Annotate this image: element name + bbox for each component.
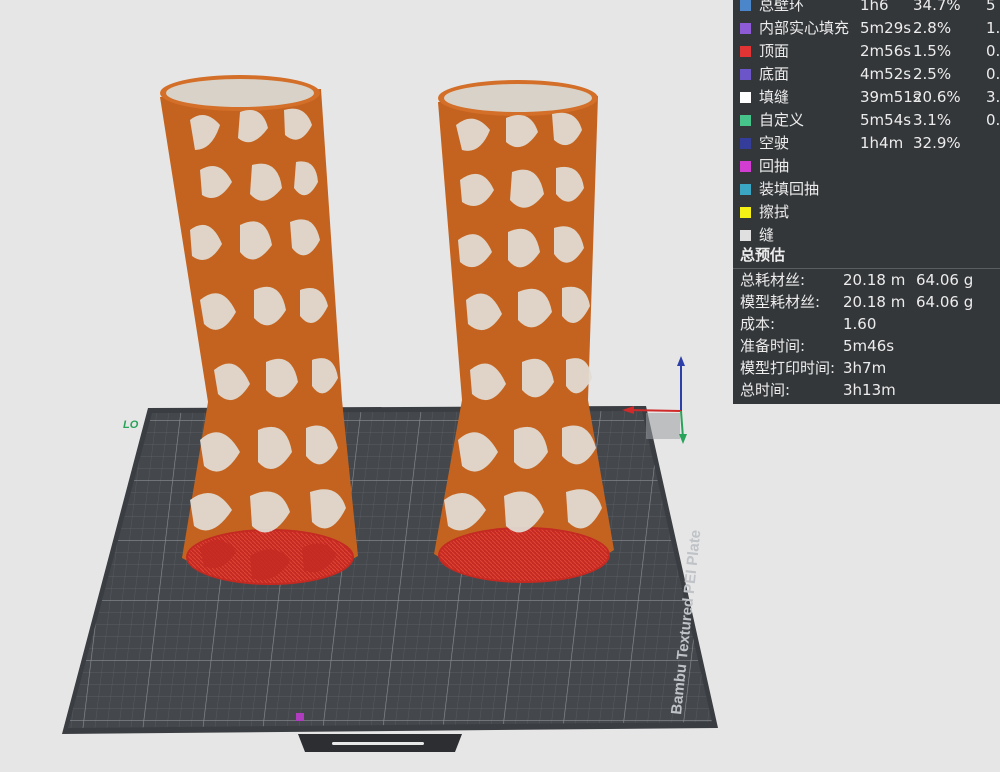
bed-corner-label: LO [123, 419, 139, 431]
summary-value-2: 64.06 g [916, 271, 974, 289]
legend-time: 5m29s [860, 19, 912, 37]
legend-percent: 2.5% [913, 65, 952, 83]
legend-swatch [740, 115, 751, 126]
summary-key: 模型打印时间: [740, 359, 836, 377]
legend-label: 顶面 [759, 42, 790, 60]
legend-percent: 2.8% [913, 19, 952, 37]
slice-stats-panel: 总壁环 1h6 34.7% 5 内部实心填充 5m29s 2.8% 1. 顶面 2m56s 1.5%… [733, 0, 1000, 404]
legend-weight: 5 [986, 0, 996, 14]
legend-percent: 32.9% [913, 134, 961, 152]
legend-label: 内部实心填充 [759, 19, 850, 37]
legend-swatch [740, 92, 751, 103]
legend-label: 装填回抽 [759, 180, 820, 198]
summary-value: 5m46s [843, 337, 895, 355]
summary-key: 成本: [740, 315, 776, 333]
summary-key: 准备时间: [740, 337, 806, 355]
legend-weight: 0. [986, 42, 1000, 60]
summary-key: 模型耗材丝: [740, 293, 821, 311]
legend-percent: 34.7% [913, 0, 961, 14]
summary-value: 3h7m [843, 359, 887, 377]
legend-label: 擦拭 [759, 203, 790, 221]
legend-label: 底面 [759, 65, 790, 83]
vase-model-right [434, 80, 614, 583]
legend-swatch [740, 230, 751, 241]
legend-weight: 1. [986, 19, 1000, 37]
legend-percent: 20.6% [913, 88, 961, 106]
legend-percent: 1.5% [913, 42, 952, 60]
summary-value: 20.18 m [843, 271, 906, 289]
legend-swatch [740, 23, 751, 34]
build-plate [62, 406, 718, 752]
legend-label: 回抽 [759, 157, 790, 175]
legend-percent: 3.1% [913, 111, 952, 129]
summary-key: 总时间: [740, 381, 791, 399]
legend-weight: 3. [986, 88, 1000, 106]
summary-value: 3h13m [843, 381, 896, 399]
legend-swatch [740, 138, 751, 149]
legend-label: 填缝 [759, 88, 790, 106]
legend-time: 1h6 [860, 0, 889, 14]
legend-time: 5m54s [860, 111, 912, 129]
legend-time: 2m56s [860, 42, 912, 60]
legend-weight: 0. [986, 111, 1000, 129]
summary-value: 20.18 m [843, 293, 906, 311]
legend-swatch [740, 161, 751, 172]
legend-swatch [740, 184, 751, 195]
legend-label: 空驶 [759, 134, 790, 152]
summary-key: 总耗材丝: [740, 271, 806, 289]
summary-value-2: 64.06 g [916, 293, 974, 311]
legend-time: 39m51s [860, 88, 921, 106]
legend-label: 自定义 [759, 111, 805, 129]
summary-title: 总预估 [740, 246, 786, 264]
legend-weight: 0. [986, 65, 1000, 83]
legend-time: 4m52s [860, 65, 912, 83]
legend-swatch [740, 46, 751, 57]
legend-time: 1h4m [860, 134, 904, 152]
legend-swatch [740, 0, 751, 11]
legend-swatch [740, 207, 751, 218]
legend-label: 总壁环 [759, 0, 805, 14]
summary-value: 1.60 [843, 315, 877, 333]
legend-swatch [740, 69, 751, 80]
